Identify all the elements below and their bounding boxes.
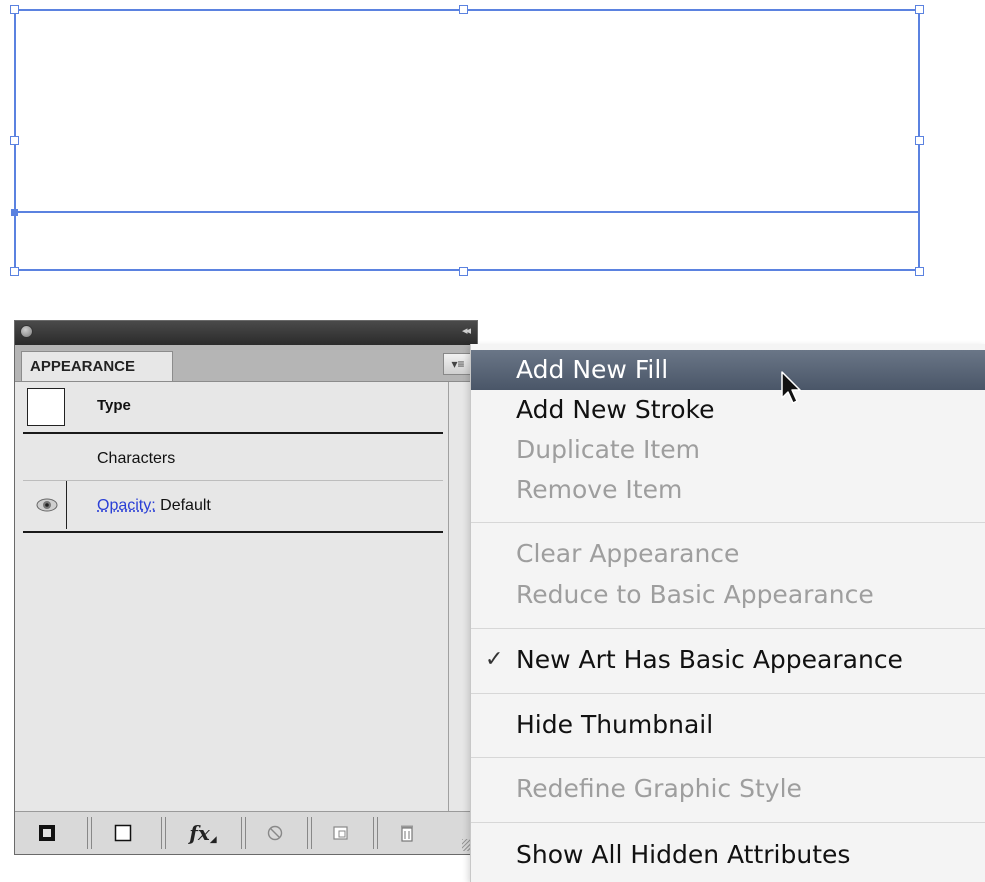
add-effect-icon[interactable]: fx ◢ (175, 819, 231, 847)
text-baseline (14, 211, 920, 213)
selection-handle-middle-right[interactable] (915, 136, 924, 145)
appearance-row-characters[interactable]: Characters (23, 434, 443, 480)
appearance-row-type[interactable]: Type (23, 382, 443, 434)
characters-label: Characters (97, 450, 176, 467)
menu-item-add-new-fill[interactable]: Add New Fill (471, 350, 985, 390)
baseline-anchor-point[interactable] (11, 209, 18, 216)
add-new-stroke-icon[interactable] (27, 819, 67, 847)
menu-item-duplicate-item[interactable]: Duplicate Item (471, 430, 985, 470)
menu-item-remove-item[interactable]: Remove Item (471, 470, 985, 510)
menu-item-reduce-to-basic-appearance[interactable]: Reduce to Basic Appearance (471, 575, 985, 615)
delete-item-icon[interactable] (387, 819, 427, 847)
clear-appearance-icon[interactable] (255, 819, 295, 847)
panel-tabbar: APPEARANCE ▾≡ (15, 345, 477, 382)
menu-separator (471, 628, 985, 629)
menu-separator (471, 757, 985, 758)
selection-handle-middle-left[interactable] (10, 136, 19, 145)
selection-handle-top-left[interactable] (10, 5, 19, 14)
close-panel-icon[interactable] (20, 325, 33, 338)
appearance-panel-flyout-menu: Add New Fill Add New Stroke Duplicate It… (470, 344, 985, 882)
opacity-row: Opacity: Default (97, 497, 211, 515)
selection-handle-bottom-right[interactable] (915, 267, 924, 276)
tab-appearance[interactable]: APPEARANCE (21, 351, 173, 381)
appearance-list: Type Characters Opacity: Default (23, 382, 443, 812)
text-frame-selection[interactable] (14, 9, 920, 271)
mouse-pointer-icon (781, 371, 801, 404)
menu-separator (471, 522, 985, 523)
menu-item-show-all-hidden-attributes[interactable]: Show All Hidden Attributes (471, 835, 985, 875)
selection-handle-top-right[interactable] (915, 5, 924, 14)
menu-item-label: New Art Has Basic Appearance (516, 645, 903, 674)
selection-handle-top-center[interactable] (459, 5, 468, 14)
visibility-eye-icon[interactable] (27, 481, 67, 529)
appearance-row-opacity[interactable]: Opacity: Default (23, 480, 443, 533)
menu-item-new-art-has-basic-appearance[interactable]: ✓ New Art Has Basic Appearance (471, 640, 985, 680)
menu-item-redefine-graphic-style[interactable]: Redefine Graphic Style (471, 769, 985, 809)
menu-separator (471, 693, 985, 694)
checkmark-icon: ✓ (485, 647, 504, 672)
duplicate-item-icon[interactable] (321, 819, 361, 847)
appearance-panel: ◂◂ APPEARANCE ▾≡ Type Characters Opacity… (14, 320, 478, 855)
type-label: Type (97, 397, 131, 414)
menu-item-add-new-stroke[interactable]: Add New Stroke (471, 390, 985, 430)
selection-handle-bottom-left[interactable] (10, 267, 19, 276)
menu-item-clear-appearance[interactable]: Clear Appearance (471, 534, 985, 574)
menu-separator (471, 822, 985, 823)
opacity-link[interactable]: Opacity: (97, 497, 156, 514)
panel-bottom-toolbar: fx ◢ (15, 811, 477, 854)
collapse-panel-icon[interactable]: ◂◂ (462, 324, 471, 337)
fx-label: fx (189, 821, 210, 845)
menu-item-hide-thumbnail[interactable]: Hide Thumbnail (471, 705, 985, 745)
panel-menu-icon[interactable]: ▾≡ (443, 353, 473, 375)
selection-handle-bottom-center[interactable] (459, 267, 468, 276)
panel-titlebar[interactable]: ◂◂ (15, 321, 477, 345)
opacity-value: Default (160, 497, 211, 514)
add-new-fill-icon[interactable] (103, 819, 143, 847)
type-thumbnail (27, 388, 65, 426)
